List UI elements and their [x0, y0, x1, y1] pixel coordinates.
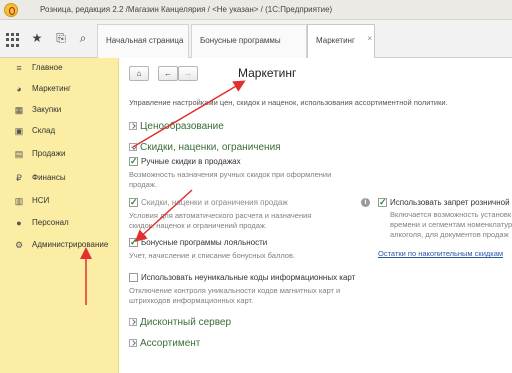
favorites-star-icon[interactable]: ★ [30, 31, 44, 45]
manual-discounts-hint-2: продаж. [129, 180, 157, 189]
sidebar-item-administration[interactable]: ⚙ Администрирование [0, 235, 119, 255]
tab-bonus-programs[interactable]: Бонусные программы [191, 24, 307, 58]
auto-discounts-hint: Условия для автоматического расчета и на… [129, 211, 312, 220]
sidebar: ≡ Главное ◕ Маркетинг ▦ Закупки ▣ Склад … [0, 58, 119, 373]
ruble-icon: ₽ [16, 173, 22, 183]
chevron-right-icon [129, 339, 137, 347]
pie-chart-icon: ◕ [16, 84, 22, 94]
sidebar-item-label: Главное [32, 63, 63, 72]
chevron-right-icon [129, 122, 137, 130]
close-icon[interactable]: × [367, 23, 372, 55]
sidebar-item-warehouse[interactable]: ▣ Склад [0, 121, 119, 141]
tab-bar: ★ ⎘ ⌕ Начальная страница Бонусные програ… [0, 20, 512, 59]
sidebar-item-marketing[interactable]: ◕ Маркетинг [0, 79, 119, 99]
sidebar-item-label: Финансы [32, 173, 66, 182]
manual-discounts-label: Ручные скидки в продажах [141, 157, 241, 166]
window-title: Розница, редакция 2.2 /Магазин Канцеляри… [40, 5, 333, 14]
search-icon[interactable]: ⌕ [76, 31, 90, 45]
sidebar-item-finance[interactable]: ₽ Финансы [0, 168, 119, 188]
nonunique-card-codes-hint-2: штрихкодов информационных карт. [129, 296, 254, 305]
apps-grid-icon[interactable] [6, 33, 20, 47]
auto-discounts-label: Скидки, наценки и ограничения продаж [141, 198, 288, 207]
section-assortment[interactable]: Ассортимент [129, 338, 200, 349]
menu-lines-icon: ≡ [16, 63, 22, 73]
section-pricing[interactable]: Ценообразование [129, 121, 224, 132]
nonunique-card-codes-label: Использовать неуникальные коды информаци… [141, 273, 356, 282]
manual-discounts-hint: Возможность назначения ручных скидок при… [129, 170, 332, 179]
retail-ban-hint: Включается возможность установк [390, 210, 512, 219]
sidebar-item-label: НСИ [32, 196, 50, 205]
bonus-programs-checkbox[interactable] [129, 237, 138, 248]
sidebar-item-label: Администрирование [32, 240, 109, 249]
forward-button[interactable]: → [178, 66, 198, 81]
sales-icon: ▤ [14, 149, 24, 159]
bonus-programs-hint: Учет, начисление и списание бонусных бал… [129, 251, 296, 260]
info-icon[interactable]: i [361, 198, 370, 207]
person-icon: ● [16, 218, 22, 228]
auto-discounts-checkbox[interactable] [129, 197, 138, 208]
purchases-icon: ▦ [14, 105, 24, 115]
retail-ban-hint-3: алкоголя, для документов продаж [390, 230, 509, 239]
sidebar-item-label: Продажи [32, 149, 66, 158]
section-discount-server-label: Дисконтный сервер [140, 317, 232, 328]
sidebar-item-personnel[interactable]: ● Персонал [0, 213, 119, 233]
sidebar-item-label: Персонал [32, 218, 69, 227]
retail-ban-hint-2: времени и сегментам номенклатур [390, 220, 512, 229]
manual-discounts-checkbox[interactable] [129, 156, 138, 167]
section-discount-server[interactable]: Дисконтный сервер [129, 317, 231, 328]
tab-marketing-label: Маркетинг [316, 36, 355, 45]
tab-marketing[interactable]: Маркетинг × [307, 24, 375, 59]
main-content: ⌂ ← → Маркетинг Управление настройками ц… [120, 58, 512, 373]
auto-discounts-hint-2: скидок, наценок и ограничений продаж. [129, 221, 268, 230]
section-discounts-label: Скидки, наценки, ограничения [140, 142, 281, 153]
sidebar-item-main[interactable]: ≡ Главное [0, 58, 119, 78]
sidebar-item-nsi[interactable]: ▥ НСИ [0, 191, 119, 211]
section-discounts[interactable]: Скидки, наценки, ограничения [129, 142, 281, 153]
nonunique-card-codes-hint: Отключение контроля уникальности кодов м… [129, 286, 341, 295]
history-icon[interactable]: ⎘ [54, 31, 68, 45]
page-description: Управление настройками цен, скидок и нац… [129, 98, 448, 107]
section-assortment-label: Ассортимент [140, 338, 201, 349]
page-title: Маркетинг [238, 66, 297, 80]
sidebar-item-label: Закупки [32, 105, 62, 114]
app-logo-icon [4, 3, 18, 17]
reference-data-icon: ▥ [14, 196, 24, 206]
sidebar-item-sales[interactable]: ▤ Продажи [0, 144, 119, 164]
tab-home-page[interactable]: Начальная страница [97, 24, 189, 58]
sidebar-item-label: Склад [32, 126, 56, 135]
gear-icon: ⚙ [14, 240, 24, 250]
home-button[interactable]: ⌂ [129, 66, 149, 81]
bonus-programs-label: Бонусные программы лояльности [141, 238, 268, 247]
chevron-down-icon [129, 143, 137, 151]
warehouse-icon: ▣ [14, 126, 24, 136]
retail-ban-checkbox[interactable] [378, 197, 387, 208]
window-titlebar: Розница, редакция 2.2 /Магазин Канцеляри… [0, 0, 512, 20]
section-pricing-label: Ценообразование [140, 121, 224, 132]
accumulative-discounts-link[interactable]: Остатки по накопительным скидкам [378, 249, 503, 258]
sidebar-item-purchases[interactable]: ▦ Закупки [0, 100, 119, 120]
nonunique-card-codes-checkbox[interactable] [129, 273, 138, 282]
sidebar-item-label: Маркетинг [32, 84, 71, 93]
back-button[interactable]: ← [158, 66, 178, 81]
chevron-right-icon [129, 318, 137, 326]
retail-ban-label: Использовать запрет розничной [390, 198, 510, 207]
